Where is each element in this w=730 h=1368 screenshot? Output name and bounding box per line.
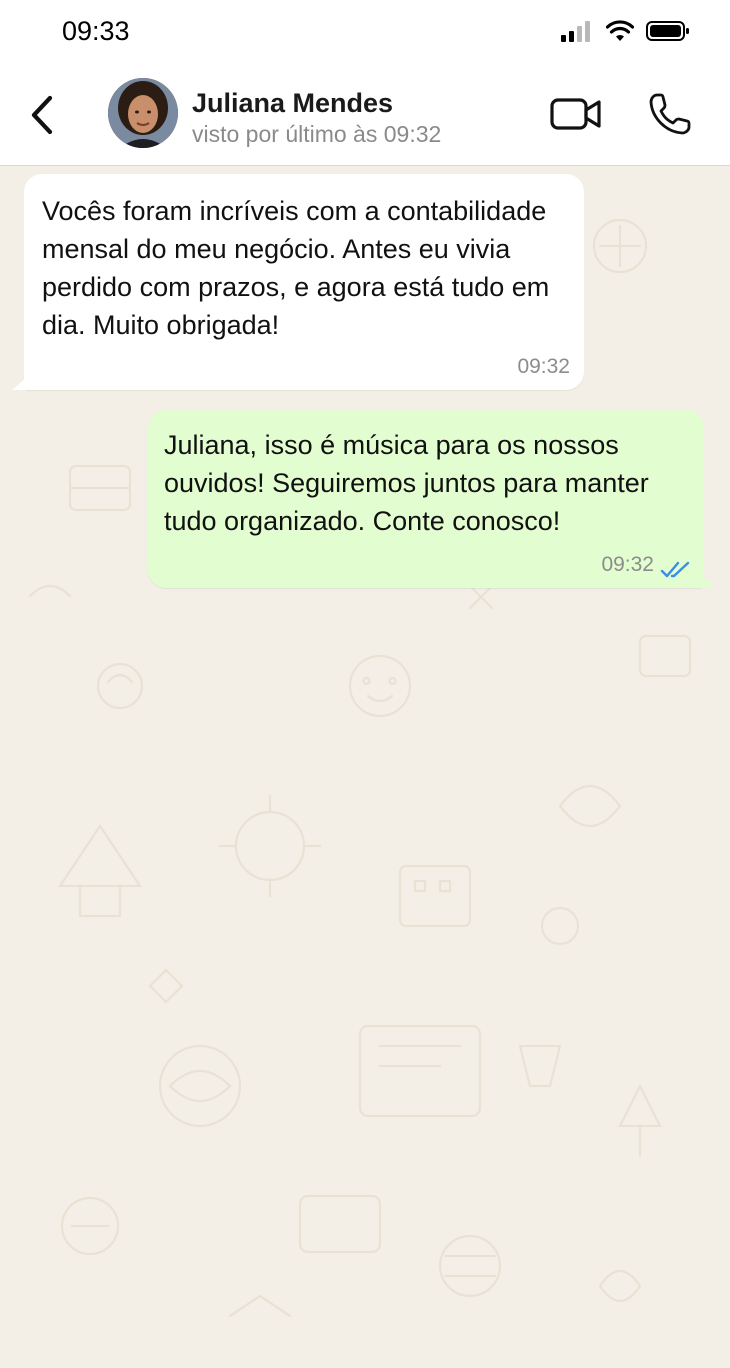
message-incoming[interactable]: Vocês foram incríveis com a contabilidad… xyxy=(12,174,584,390)
contact-name[interactable]: Juliana Mendes xyxy=(192,88,393,119)
chevron-left-icon[interactable] xyxy=(26,92,60,138)
signal-icon xyxy=(561,21,590,42)
avatar-photo xyxy=(108,78,178,148)
phone-icon[interactable] xyxy=(648,92,692,136)
battery-icon xyxy=(646,21,689,41)
chat-area[interactable]: Vocês foram incríveis com a contabilidad… xyxy=(0,166,730,1368)
bubble-tail xyxy=(702,576,716,588)
status-icons xyxy=(560,20,690,42)
last-seen-status: visto por último às 09:32 xyxy=(192,121,442,147)
message-text: Juliana, isso é música para os nossos ou… xyxy=(164,430,649,536)
message-time: 09:32 xyxy=(601,553,654,576)
chat-header: Juliana Mendes visto por último às 09:32 xyxy=(0,68,730,166)
wifi-icon xyxy=(606,20,634,41)
video-call-icon[interactable] xyxy=(550,96,602,132)
message-time: 09:32 xyxy=(517,355,570,378)
status-bar: 09:33 xyxy=(0,0,730,68)
message-outgoing[interactable]: Juliana, isso é música para os nossos ou… xyxy=(148,410,716,588)
bubble-tail xyxy=(12,378,26,390)
avatar[interactable] xyxy=(108,78,178,148)
status-time: 09:33 xyxy=(62,16,130,46)
message-text: Vocês foram incríveis com a contabilidad… xyxy=(42,196,550,340)
read-receipt-icon xyxy=(660,561,690,578)
